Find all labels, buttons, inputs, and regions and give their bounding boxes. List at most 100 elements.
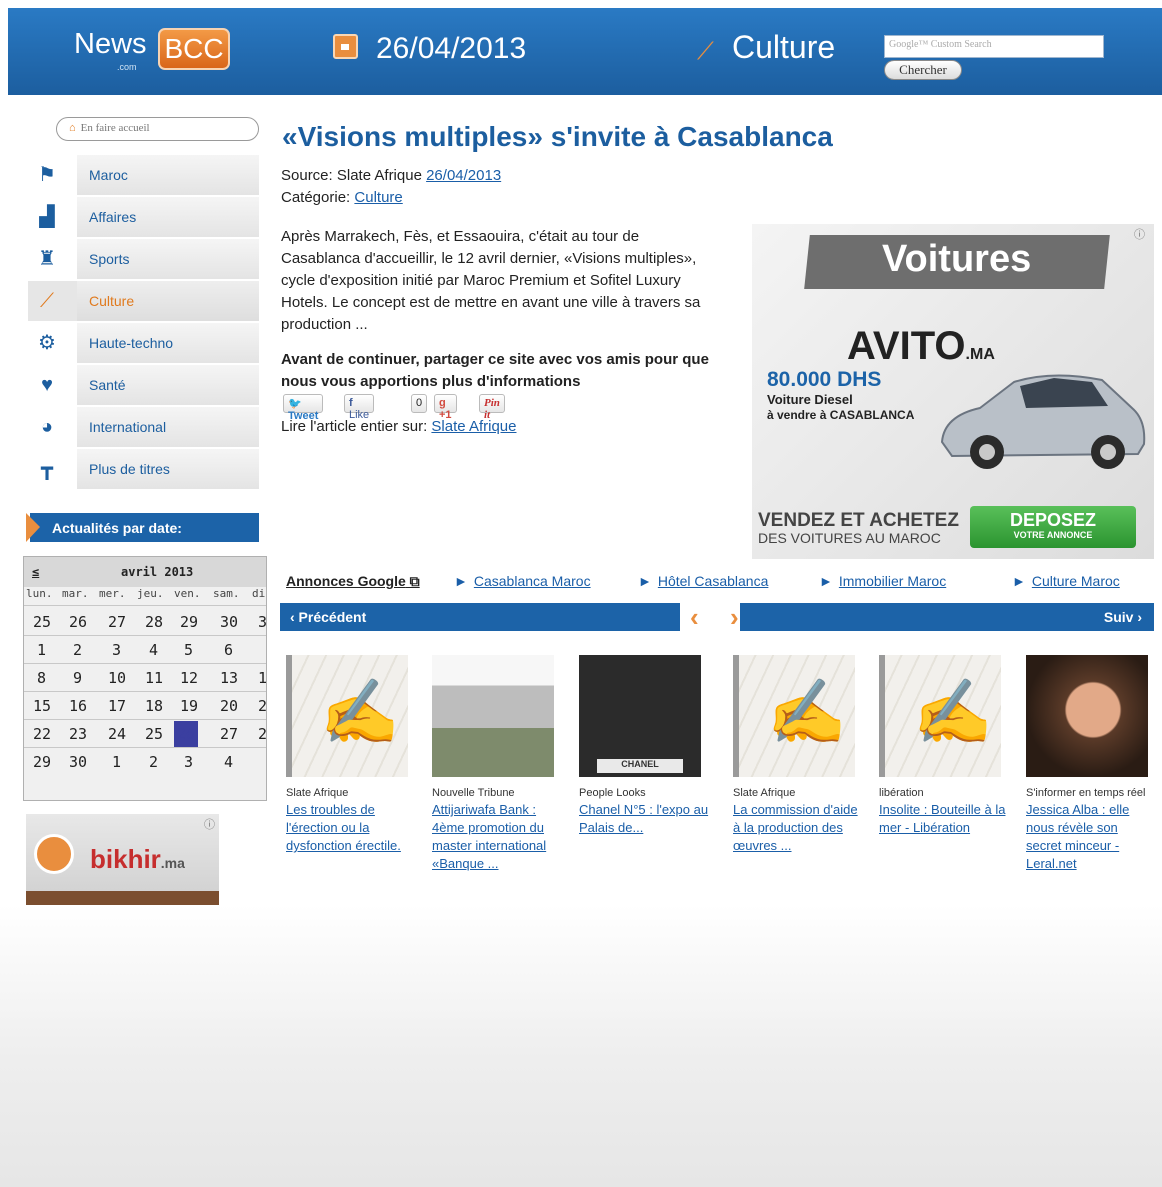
pinit-button[interactable]: Pin it bbox=[479, 394, 505, 421]
related-thumbnail[interactable] bbox=[1026, 655, 1148, 777]
sidebar-item-affaires[interactable]: ▟ Affaires bbox=[28, 197, 259, 237]
related-title-link[interactable]: La commission d'aide à la production des… bbox=[733, 801, 863, 855]
like-button[interactable]: f Like bbox=[344, 394, 375, 421]
calendar-day[interactable]: 30 bbox=[69, 753, 87, 771]
tweet-button[interactable]: 🐦 Tweet bbox=[283, 394, 324, 422]
chevron-right-icon[interactable]: › bbox=[730, 603, 739, 631]
related-article[interactable]: Nouvelle Tribune Attijariwafa Bank : 4èm… bbox=[432, 655, 562, 873]
calendar-day[interactable]: 4 bbox=[224, 753, 233, 771]
calendar-day[interactable]: 16 bbox=[69, 697, 87, 715]
calendar-day[interactable]: 3 bbox=[184, 753, 193, 771]
related-title-link[interactable]: Chanel N°5 : l'expo au Palais de... bbox=[579, 801, 709, 837]
ad-link[interactable]: ► Culture Maroc bbox=[1012, 573, 1120, 589]
calendar-day[interactable]: 1 bbox=[37, 641, 46, 659]
sidebar-item-sports[interactable]: ♜ Sports bbox=[28, 239, 259, 279]
sidebar-item-maroc[interactable]: ⚑ Maroc bbox=[28, 155, 259, 195]
calendar-day[interactable]: 10 bbox=[108, 669, 126, 687]
related-article[interactable]: S'informer en temps réel Jessica Alba : … bbox=[1026, 655, 1156, 873]
related-title-link[interactable]: Attijariwafa Bank : 4ème promotion du ma… bbox=[432, 801, 562, 873]
related-article[interactable]: libération Insolite : Bouteille à la mer… bbox=[879, 655, 1009, 837]
calendar-day[interactable]: 2 bbox=[258, 725, 266, 743]
google-ads-label[interactable]: Annonces Google ⧉ bbox=[286, 573, 420, 590]
calendar-icon bbox=[333, 34, 358, 59]
related-title-link[interactable]: Insolite : Bouteille à la mer - Libérati… bbox=[879, 801, 1009, 837]
sidebar-item-haute-techno[interactable]: ⚙ Haute-techno bbox=[28, 323, 259, 363]
sidebar-item-international[interactable]: ◕ International bbox=[28, 407, 259, 447]
search-button[interactable]: Chercher bbox=[884, 60, 962, 80]
calendar-day[interactable]: 2 bbox=[149, 753, 158, 771]
search-input[interactable]: Google™ Custom Search bbox=[884, 35, 1104, 58]
set-homepage-button[interactable]: ⌂ En faire accueil bbox=[56, 117, 259, 141]
calendar-day[interactable]: 12 bbox=[180, 669, 198, 687]
ad-info-icon[interactable]: ⓘ bbox=[204, 816, 215, 832]
sidebar-item-culture[interactable]: ⟋ Culture bbox=[28, 281, 259, 321]
related-thumbnail[interactable] bbox=[579, 655, 701, 777]
calendar-day[interactable]: 22 bbox=[33, 725, 51, 743]
calendar-day[interactable]: 25 bbox=[33, 613, 51, 631]
calendar-day[interactable]: 1 bbox=[112, 753, 121, 771]
calendar-day[interactable]: 15 bbox=[33, 697, 51, 715]
ad-link[interactable]: ► Immobilier Maroc bbox=[819, 573, 946, 589]
plusone-button[interactable]: g +1 bbox=[434, 394, 457, 421]
calendar-day[interactable]: 27 bbox=[108, 613, 126, 631]
calendar-day[interactable]: 29 bbox=[180, 613, 198, 631]
related-thumbnail[interactable] bbox=[432, 655, 554, 777]
related-article[interactable]: People Looks Chanel N°5 : l'expo au Pala… bbox=[579, 655, 709, 837]
calendar-day[interactable]: 29 bbox=[33, 753, 51, 771]
calendar-prev-button[interactable]: ≤ bbox=[32, 565, 39, 579]
related-thumbnail[interactable] bbox=[879, 655, 1001, 777]
related-thumbnail[interactable] bbox=[286, 655, 408, 777]
category-link[interactable]: Culture bbox=[354, 189, 402, 206]
source-date-link[interactable]: 26/04/2013 bbox=[426, 167, 501, 184]
calendar-day[interactable]: 20 bbox=[220, 697, 238, 715]
calendar-day[interactable]: 23 bbox=[69, 725, 87, 743]
chevron-left-icon[interactable]: ‹ bbox=[690, 603, 699, 631]
related-thumbnail[interactable] bbox=[733, 655, 855, 777]
home-icon: ⌂ bbox=[69, 122, 76, 134]
previous-button[interactable]: ‹ Précédent bbox=[290, 609, 366, 625]
post-ad-button[interactable]: DEPOSEZ VOTRE ANNONCE bbox=[970, 506, 1136, 548]
ad-link[interactable]: ► Casablanca Maroc bbox=[454, 573, 591, 589]
calendar-day[interactable]: 25 bbox=[145, 725, 163, 743]
calendar-week: 25 26 27 28 29 30 3 bbox=[24, 609, 266, 635]
calendar-divider bbox=[24, 635, 266, 636]
logo-news-text[interactable]: News bbox=[74, 28, 147, 61]
ad-link[interactable]: ► Hôtel Casablanca bbox=[638, 573, 768, 589]
related-title-link[interactable]: Jessica Alba : elle nous révèle son secr… bbox=[1026, 801, 1156, 873]
calendar-day[interactable]: 26 bbox=[69, 613, 87, 631]
calendar-day[interactable]: 19 bbox=[180, 697, 198, 715]
calendar-day[interactable]: 3 bbox=[112, 641, 121, 659]
calendar-day[interactable]: 6 bbox=[224, 641, 233, 659]
calendar-day[interactable]: 4 bbox=[149, 641, 158, 659]
calendar-day-selected[interactable]: 26 bbox=[174, 721, 199, 747]
calendar-day[interactable]: 8 bbox=[37, 669, 46, 687]
logo-bcc-badge[interactable]: BCC bbox=[158, 28, 230, 70]
calendar-day[interactable]: 17 bbox=[108, 697, 126, 715]
calendar-day[interactable]: 9 bbox=[73, 669, 82, 687]
related-title-link[interactable]: Les troubles de l'érection ou la dysfonc… bbox=[286, 801, 416, 855]
weekday: sam. bbox=[213, 587, 240, 600]
calendar-day[interactable]: 2 bbox=[73, 641, 82, 659]
sidebar-item-plus-de-titres[interactable]: ┳ Plus de titres bbox=[28, 449, 259, 489]
related-article[interactable]: Slate Afrique La commission d'aide à la … bbox=[733, 655, 863, 855]
calendar-day[interactable]: 11 bbox=[145, 669, 163, 687]
calendar-day[interactable]: 30 bbox=[220, 613, 238, 631]
related-article[interactable]: Slate Afrique Les troubles de l'érection… bbox=[286, 655, 416, 855]
avito-ad-banner[interactable]: Voitures ⓘ AVITO.MA 80.000 DHS Voiture D… bbox=[752, 224, 1154, 559]
calendar-day[interactable]: 2 bbox=[258, 697, 266, 715]
calendar-day[interactable]: 28 bbox=[145, 613, 163, 631]
related-source: libération bbox=[879, 787, 924, 799]
ad-info-icon[interactable]: ⓘ bbox=[1134, 226, 1145, 242]
sidebar-item-sante[interactable]: ♥ Santé bbox=[28, 365, 259, 405]
calendar-header: ≤ avril 2013 bbox=[24, 557, 266, 587]
calendar-day[interactable]: 24 bbox=[108, 725, 126, 743]
calendar-day[interactable]: 18 bbox=[145, 697, 163, 715]
calendar-day[interactable]: 13 bbox=[220, 669, 238, 687]
bikhir-ad-banner[interactable]: bikhir.ma ⓘ bbox=[26, 814, 219, 905]
calendar-day[interactable]: 1 bbox=[258, 669, 266, 687]
calendar-day[interactable]: 27 bbox=[220, 725, 238, 743]
calendar-day[interactable]: 3 bbox=[258, 613, 266, 631]
read-source-link[interactable]: Slate Afrique bbox=[431, 418, 516, 435]
next-button[interactable]: Suiv › bbox=[1104, 609, 1142, 625]
calendar-day[interactable]: 5 bbox=[184, 641, 193, 659]
